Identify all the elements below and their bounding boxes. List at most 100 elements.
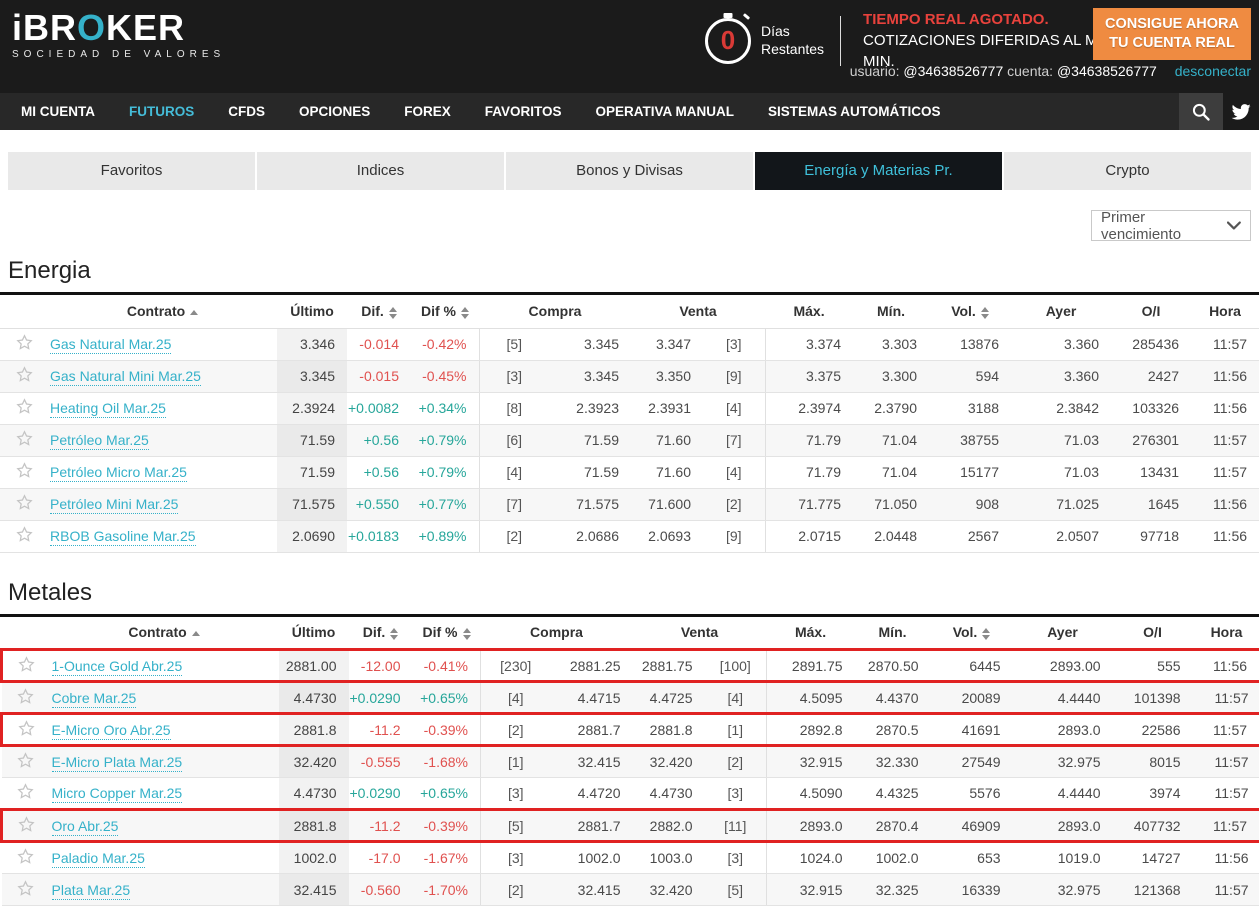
market-tab[interactable]: Indices bbox=[257, 152, 504, 190]
nav-item[interactable]: FUTUROS bbox=[112, 93, 211, 130]
favorite-star-icon[interactable] bbox=[15, 429, 34, 448]
favorite-star-icon[interactable] bbox=[16, 687, 35, 706]
contract-link[interactable]: Plata Mar.25 bbox=[52, 882, 131, 900]
contract-link[interactable]: Paladio Mar.25 bbox=[52, 850, 145, 868]
ask-price[interactable]: 71.60 bbox=[631, 456, 703, 488]
ibroker-logo[interactable]: iBROKER SOCIEDAD DE VALORES bbox=[12, 10, 225, 60]
high-price: 4.5090 bbox=[767, 778, 855, 810]
nav-item[interactable]: MI CUENTA bbox=[4, 93, 112, 130]
disconnect-link[interactable]: desconectar bbox=[1175, 63, 1251, 79]
ask-price[interactable]: 2.3931 bbox=[631, 392, 703, 424]
contract-link[interactable]: Gas Natural Mar.25 bbox=[50, 336, 171, 354]
nav-item[interactable]: OPERATIVA MANUAL bbox=[579, 93, 752, 130]
market-tab[interactable]: Energía y Materias Pr. bbox=[755, 152, 1002, 190]
bid-price[interactable]: 71.59 bbox=[549, 424, 631, 456]
nav-item[interactable]: FAVORITOS bbox=[468, 93, 579, 130]
contract-link[interactable]: E-Micro Plata Mar.25 bbox=[52, 754, 183, 772]
bid-price[interactable]: 71.575 bbox=[549, 488, 631, 520]
bid-price[interactable]: 2881.7 bbox=[551, 810, 633, 842]
market-tab[interactable]: Favoritos bbox=[8, 152, 255, 190]
ask-price[interactable]: 3.347 bbox=[631, 328, 703, 360]
low-price: 4.4325 bbox=[855, 778, 931, 810]
favorite-star-icon[interactable] bbox=[15, 525, 34, 544]
low-price: 2870.4 bbox=[855, 810, 931, 842]
ask-price[interactable]: 1003.0 bbox=[633, 842, 705, 874]
favorite-star-icon[interactable] bbox=[17, 655, 36, 674]
contract-cell: Gas Natural Mini Mar.25 bbox=[48, 360, 277, 392]
prev-close: 3.360 bbox=[1011, 360, 1111, 392]
col-contrato[interactable]: Contrato bbox=[48, 295, 277, 328]
ask-price[interactable]: 71.60 bbox=[631, 424, 703, 456]
contract-link[interactable]: Heating Oil Mar.25 bbox=[50, 400, 166, 418]
contract-link[interactable]: RBOB Gasoline Mar.25 bbox=[50, 528, 196, 546]
ask-price[interactable]: 71.600 bbox=[631, 488, 703, 520]
col-ultimo: Último bbox=[279, 617, 349, 650]
nav-item[interactable]: OPCIONES bbox=[282, 93, 387, 130]
nav-item[interactable]: FOREX bbox=[387, 93, 468, 130]
search-icon bbox=[1191, 102, 1211, 122]
bid-price[interactable]: 2.0686 bbox=[549, 520, 631, 552]
col-dif-pct[interactable]: Dif % bbox=[413, 617, 481, 650]
search-button[interactable] bbox=[1179, 93, 1223, 130]
ask-price[interactable]: 3.350 bbox=[631, 360, 703, 392]
col-vol[interactable]: Vol. bbox=[931, 617, 1013, 650]
col-dif[interactable]: Dif. bbox=[349, 617, 413, 650]
contract-cell: Heating Oil Mar.25 bbox=[48, 392, 277, 424]
ask-price[interactable]: 4.4730 bbox=[633, 778, 705, 810]
bid-price[interactable]: 2881.7 bbox=[551, 714, 633, 746]
bid-price[interactable]: 32.415 bbox=[551, 746, 633, 778]
bid-price[interactable]: 2881.25 bbox=[551, 650, 633, 682]
ask-price[interactable]: 2882.0 bbox=[633, 810, 705, 842]
col-vol[interactable]: Vol. bbox=[929, 295, 1011, 328]
ask-price[interactable]: 2881.8 bbox=[633, 714, 705, 746]
bid-price[interactable]: 1002.0 bbox=[551, 842, 633, 874]
contract-link[interactable]: Petróleo Micro Mar.25 bbox=[50, 464, 187, 482]
ask-price[interactable]: 4.4725 bbox=[633, 682, 705, 714]
ask-price[interactable]: 2881.75 bbox=[633, 650, 705, 682]
contract-link[interactable]: Micro Copper Mar.25 bbox=[52, 785, 183, 803]
get-real-account-button[interactable]: CONSIGUE AHORA TU CUENTA REAL bbox=[1093, 8, 1251, 60]
ask-price[interactable]: 2.0693 bbox=[631, 520, 703, 552]
ask-size: [2] bbox=[703, 488, 765, 520]
col-dif[interactable]: Dif. bbox=[347, 295, 411, 328]
nav-item[interactable]: CFDS bbox=[211, 93, 282, 130]
change-percent: -1.70% bbox=[413, 874, 481, 906]
favorite-star-icon[interactable] bbox=[17, 719, 36, 738]
col-ayer: Ayer bbox=[1011, 295, 1111, 328]
contract-link[interactable]: 1-Ounce Gold Abr.25 bbox=[52, 658, 183, 676]
bid-price[interactable]: 4.4715 bbox=[551, 682, 633, 714]
favorite-star-icon[interactable] bbox=[15, 365, 34, 384]
contract-link[interactable]: Oro Abr.25 bbox=[52, 818, 119, 836]
favorite-star-icon[interactable] bbox=[16, 879, 35, 898]
contract-link[interactable]: E-Micro Oro Abr.25 bbox=[52, 722, 171, 740]
contract-link[interactable]: Petróleo Mini Mar.25 bbox=[50, 496, 178, 514]
bid-price[interactable]: 71.59 bbox=[549, 456, 631, 488]
bid-price[interactable]: 2.3923 bbox=[549, 392, 631, 424]
favorite-star-icon[interactable] bbox=[16, 782, 35, 801]
bid-price[interactable]: 3.345 bbox=[549, 360, 631, 392]
ask-price[interactable]: 32.420 bbox=[633, 746, 705, 778]
col-dif-pct[interactable]: Dif % bbox=[411, 295, 479, 328]
contract-link[interactable]: Petróleo Mar.25 bbox=[50, 432, 149, 450]
twitter-icon bbox=[1231, 102, 1251, 122]
contract-link[interactable]: Gas Natural Mini Mar.25 bbox=[50, 368, 201, 386]
contract-link[interactable]: Cobre Mar.25 bbox=[52, 690, 137, 708]
bid-price[interactable]: 4.4720 bbox=[551, 778, 633, 810]
favorite-star-icon[interactable] bbox=[15, 461, 34, 480]
col-contrato[interactable]: Contrato bbox=[50, 617, 279, 650]
twitter-button[interactable] bbox=[1223, 93, 1259, 130]
favorite-star-icon[interactable] bbox=[16, 751, 35, 770]
market-tab[interactable]: Crypto bbox=[1004, 152, 1251, 190]
expiry-filter-dropdown[interactable]: Primer vencimiento bbox=[1091, 210, 1251, 241]
favorite-star-icon[interactable] bbox=[15, 333, 34, 352]
nav-item[interactable]: SISTEMAS AUTOMÁTICOS bbox=[751, 93, 958, 130]
favorite-star-icon[interactable] bbox=[15, 493, 34, 512]
favorite-star-icon[interactable] bbox=[17, 815, 36, 834]
favorite-star-icon[interactable] bbox=[15, 397, 34, 416]
market-tab[interactable]: Bonos y Divisas bbox=[506, 152, 753, 190]
favorite-star-icon[interactable] bbox=[16, 847, 35, 866]
ask-price[interactable]: 32.420 bbox=[633, 874, 705, 906]
bid-price[interactable]: 32.415 bbox=[551, 874, 633, 906]
ask-size: [3] bbox=[703, 328, 765, 360]
bid-price[interactable]: 3.345 bbox=[549, 328, 631, 360]
